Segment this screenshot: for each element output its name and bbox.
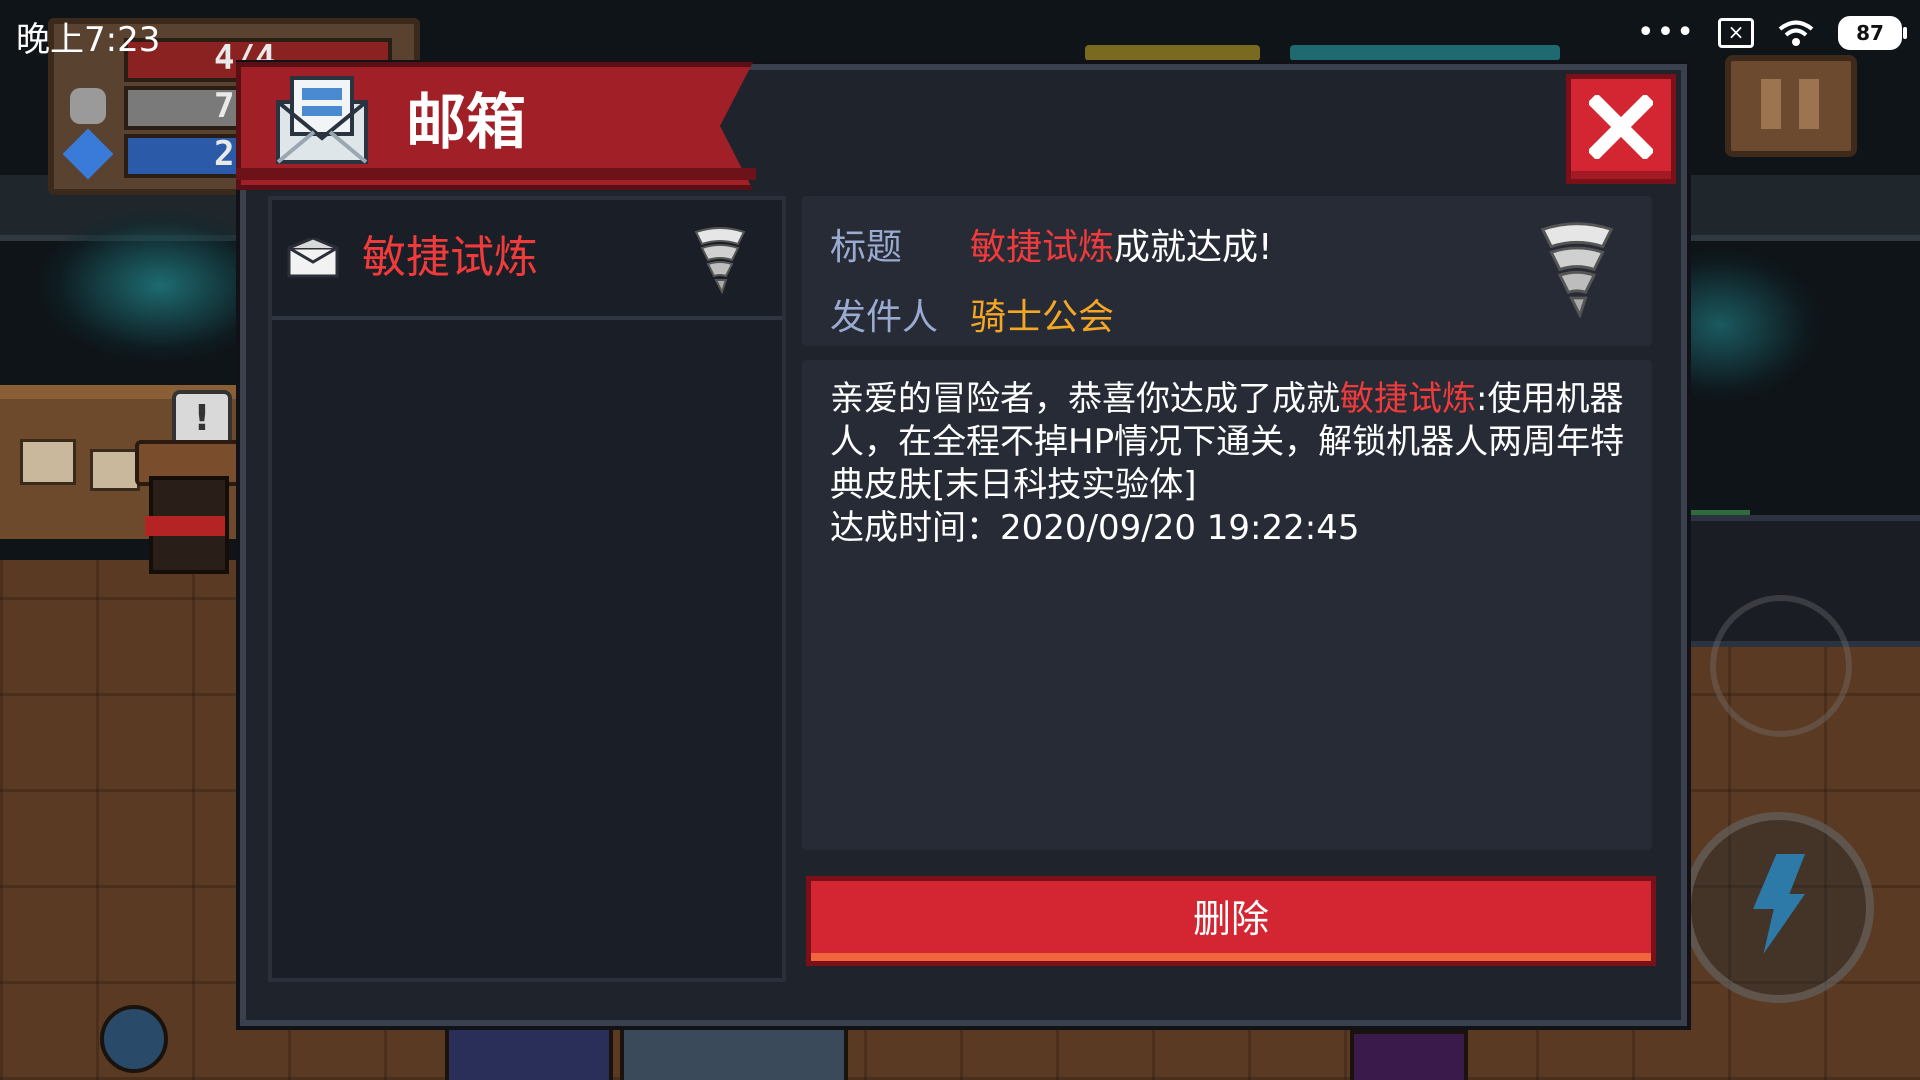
npc-scarf [145,516,225,536]
shelf-frame [90,449,140,491]
shield-icon [70,88,106,124]
pause-button[interactable] [1725,55,1857,157]
battery-icon: 87 [1838,16,1907,50]
sim-off-icon: × [1718,18,1754,48]
achieved-time: 达成时间：2020/09/20 19:22:45 [830,508,1360,548]
body-highlight: 敏捷试炼 [1340,379,1476,419]
modal-title: 邮箱 [406,88,526,158]
lightning-icon [1753,854,1805,954]
close-icon [1589,95,1653,159]
subject-rest: 成就达成! [1114,227,1273,268]
shelf-frame [20,439,76,485]
floor-carpet [445,1020,613,1080]
sender-label: 发件人 [830,297,939,338]
mail-icon [276,76,368,164]
mail-list[interactable]: 敏捷试炼 [268,196,786,982]
mailbox-dialog: 邮箱 敏捷试炼 标题 敏捷试炼成就达成! 发件人 骑士公会 亲爱的冒险者，恭喜你… [236,62,1687,1026]
floor-table [620,1020,848,1080]
mail-list-item[interactable]: 敏捷试炼 [272,200,782,320]
skill-button[interactable] [1683,812,1874,1003]
body-prefix: 亲爱的冒险者，恭喜你达成了成就 [830,379,1340,419]
weapon-swap-ring[interactable] [1710,595,1852,737]
subject-label: 标题 [830,227,903,268]
status-icons: ••• × 87 [1636,15,1907,50]
mail-item-subject: 敏捷试炼 [362,232,538,283]
merchant-npc [135,440,243,580]
floor-pot [100,1005,168,1073]
armor-value: 7 [214,86,235,126]
pause-bar [1799,79,1819,129]
wifi-icon [1778,20,1814,46]
tornado-icon [1540,222,1614,318]
close-button[interactable] [1566,74,1676,184]
purple-hat-npc [1350,1030,1468,1080]
clock: 晚上7:23 [16,20,161,60]
pause-bar [1761,79,1781,129]
mail-body: 亲爱的冒险者，恭喜你达成了成就敏捷试炼:使用机器人，在全程不掉HP情况下通关，解… [802,360,1652,850]
status-bar: 晚上7:23 ••• × 87 [0,0,1920,70]
envelope-icon [287,238,339,278]
mail-detail-header: 标题 敏捷试炼成就达成! 发件人 骑士公会 [802,196,1652,346]
tornado-icon [694,227,746,294]
mail-body-text: 亲爱的冒险者，恭喜你达成了成就敏捷试炼:使用机器人，在全程不掉HP情况下通关，解… [830,378,1630,550]
delete-button[interactable]: 删除 [806,876,1656,966]
subject-value: 敏捷试炼成就达成! [970,218,1272,270]
energy-icon [62,128,114,180]
ribbon-shadow [236,168,756,180]
subject-highlight: 敏捷试炼 [970,227,1115,268]
more-dots-icon: ••• [1636,15,1696,50]
sender-value: 骑士公会 [970,297,1115,338]
